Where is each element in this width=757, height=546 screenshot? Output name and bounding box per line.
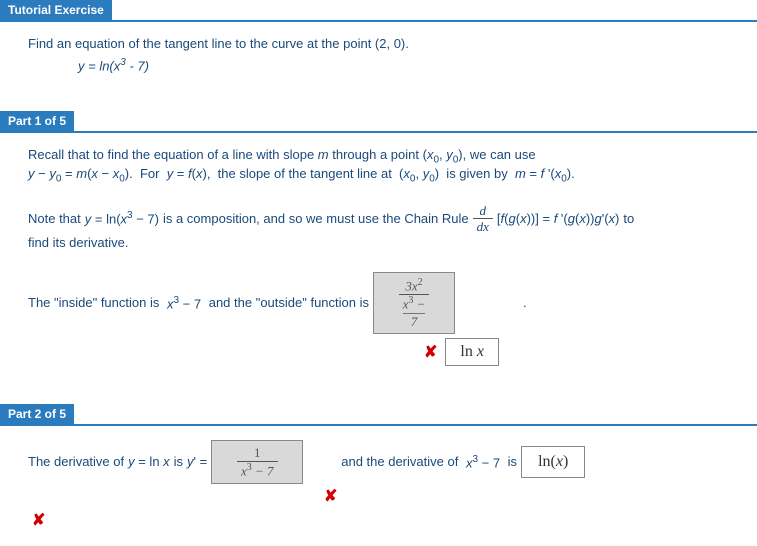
- part2-line: The derivative of y = ln x is y' = 1 x3 …: [28, 440, 739, 484]
- text: The derivative of: [28, 454, 124, 469]
- chain-rule-body: [f(g(x))] = f '(g(x))g'(x): [497, 207, 619, 230]
- part1-content: Recall that to find the equation of a li…: [0, 141, 757, 382]
- text: Note that: [28, 207, 81, 230]
- var-m: m: [318, 147, 329, 162]
- answer-box-derivative-lnx[interactable]: 1 x3 − 7: [211, 440, 303, 484]
- num: d: [473, 203, 493, 220]
- note-equation: y = ln(x3 − 7): [85, 207, 159, 231]
- tutorial-content: Find an equation of the tangent line to …: [0, 30, 757, 89]
- text: Recall that to find the equation of a li…: [28, 147, 318, 162]
- part1-inside-outside-row: The "inside" function is x3 − 7 and the …: [28, 272, 739, 334]
- tutorial-equation: y = ln(x3 - 7): [28, 57, 739, 73]
- tutorial-prompt: Find an equation of the tangent line to …: [28, 36, 739, 51]
- text: and the derivative of: [341, 454, 458, 469]
- part1-note-row: Note that y = ln(x3 − 7) is a compositio…: [28, 203, 739, 235]
- text: to: [623, 207, 634, 230]
- part2-content: The derivative of y = ln x is y' = 1 x3 …: [0, 434, 757, 546]
- wrong-icon: ✘: [424, 342, 437, 362]
- wrong-icon: ✘: [32, 510, 45, 530]
- inside-function: x3 − 7: [163, 295, 204, 311]
- text: .: [523, 295, 527, 310]
- part2-header: Part 2 of 5: [0, 404, 74, 424]
- hint-box-lnx2[interactable]: ln(x): [521, 446, 585, 478]
- text: is: [508, 454, 517, 469]
- text: and the "outside" function is: [209, 295, 369, 310]
- text: through a point (: [329, 147, 427, 162]
- tutorial-header-row: Tutorial Exercise: [0, 0, 757, 22]
- part1-header: Part 1 of 5: [0, 111, 74, 131]
- part1-recall-line2: y − y0 = m(x − x0). For y = f(x), the sl…: [28, 166, 739, 185]
- tutorial-header: Tutorial Exercise: [0, 0, 112, 20]
- part1-note-row2: find its derivative.: [28, 235, 739, 250]
- hint-box-lnx[interactable]: ln x: [445, 338, 499, 366]
- chain-rule-dfdx: d dx: [473, 203, 493, 235]
- wrong-icon: ✘: [324, 486, 337, 506]
- text: ), we can use: [458, 147, 535, 162]
- hint-text: ln(x): [538, 453, 568, 470]
- eq-x3m7: x3 − 7: [462, 454, 503, 470]
- text: is: [174, 454, 183, 469]
- den: dx: [473, 219, 493, 235]
- eq-ylnx: y = ln x: [128, 454, 170, 469]
- part1-recall-line1: Recall that to find the equation of a li…: [28, 147, 739, 166]
- num: 1: [237, 445, 278, 462]
- part1-header-row: Part 1 of 5: [0, 111, 757, 133]
- eq-yprime: y' =: [187, 454, 207, 469]
- hint-text: ln x: [460, 343, 484, 360]
- text: The "inside" function is: [28, 295, 159, 310]
- part2-header-row: Part 2 of 5: [0, 404, 757, 426]
- text: is a composition, and so we must use the…: [163, 207, 469, 230]
- answer-box-outside[interactable]: 3x2 x3 − 7: [373, 272, 455, 334]
